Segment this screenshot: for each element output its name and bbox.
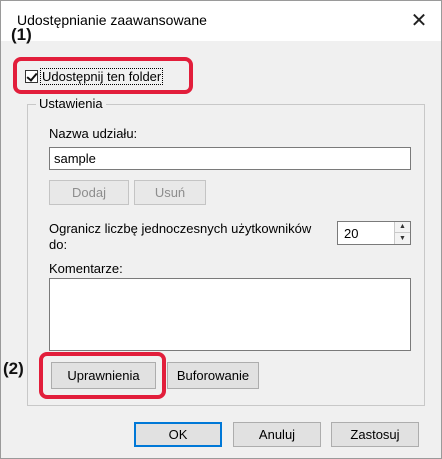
add-button[interactable]: Dodaj (49, 180, 129, 205)
advanced-sharing-dialog: Udostępnianie zaawansowane ✕ Udostępnij … (0, 0, 442, 459)
callout-label-1: (1) (11, 25, 32, 44)
cancel-button[interactable]: Anuluj (233, 422, 321, 447)
window-title: Udostępnianie zaawansowane (17, 12, 207, 28)
apply-button[interactable]: Zastosuj (331, 422, 419, 447)
user-limit-spinner[interactable]: 20 ▲ ▼ (337, 221, 411, 245)
ok-button[interactable]: OK (134, 422, 222, 447)
title-bar: Udostępnianie zaawansowane ✕ (1, 1, 441, 41)
limit-users-label-cont: do: (49, 237, 68, 252)
spinner-buttons: ▲ ▼ (394, 222, 410, 244)
highlight-box-2 (39, 352, 166, 399)
share-name-input[interactable]: sample (49, 147, 411, 170)
share-name-label: Nazwa udziału: (49, 126, 138, 141)
callout-label-2: (2) (3, 359, 24, 378)
spin-down-icon[interactable]: ▼ (395, 233, 410, 244)
settings-group-title: Ustawienia (36, 96, 106, 111)
spin-up-icon[interactable]: ▲ (395, 222, 410, 233)
comments-textarea[interactable] (49, 278, 411, 351)
comments-label: Komentarze: (49, 261, 123, 276)
caching-button[interactable]: Buforowanie (167, 362, 259, 389)
remove-button[interactable]: Usuń (134, 180, 206, 205)
highlight-box-1 (13, 57, 193, 94)
user-limit-value[interactable]: 20 (344, 226, 358, 241)
close-icon[interactable]: ✕ (405, 8, 433, 34)
limit-users-label: Ogranicz liczbę jednoczesnych użytkownik… (49, 221, 312, 236)
